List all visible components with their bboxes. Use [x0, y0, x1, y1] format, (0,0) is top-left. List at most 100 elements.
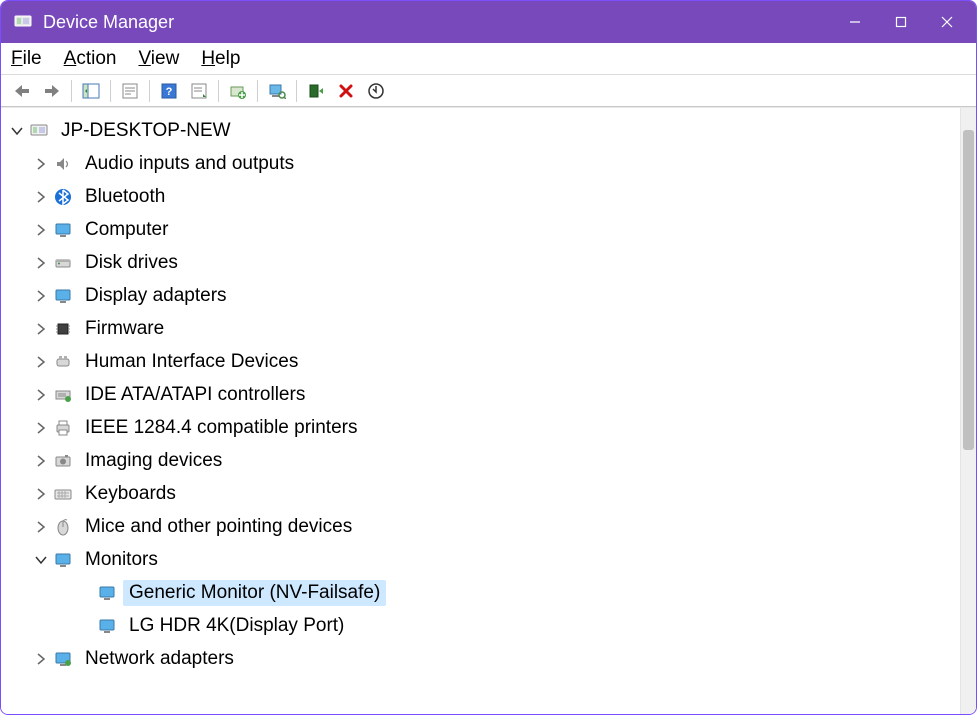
- tree-category-label: Bluetooth: [83, 184, 167, 210]
- uninstall-device-button[interactable]: [331, 78, 361, 104]
- toolbar-separator: [110, 80, 111, 102]
- tree-category-label: Display adapters: [83, 283, 229, 309]
- svg-text:?: ?: [166, 86, 173, 98]
- tree-category-label: IDE ATA/ATAPI controllers: [83, 382, 307, 408]
- monitor-icon: [53, 220, 73, 240]
- action-button[interactable]: [184, 78, 214, 104]
- tree-category[interactable]: Monitors: [1, 543, 960, 576]
- menu-view[interactable]: View: [138, 48, 179, 70]
- tree-device-label: Generic Monitor (NV-Failsafe): [123, 580, 386, 606]
- maximize-button[interactable]: [878, 3, 924, 41]
- menu-bar: File Action View Help: [1, 43, 976, 75]
- chevron-right-icon[interactable]: [33, 156, 49, 172]
- show-hide-tree-button[interactable]: [76, 78, 106, 104]
- tree-category-label: Monitors: [83, 547, 160, 573]
- menu-help[interactable]: Help: [201, 48, 240, 70]
- chip-icon: [53, 319, 73, 339]
- tree-category[interactable]: Firmware: [1, 312, 960, 345]
- menu-action[interactable]: Action: [64, 48, 117, 70]
- tree-category[interactable]: Computer: [1, 213, 960, 246]
- device-manager-window: Device Manager File Action View Help: [0, 0, 977, 715]
- chevron-right-icon[interactable]: [33, 519, 49, 535]
- chevron-right-icon[interactable]: [33, 255, 49, 271]
- chevron-right-icon[interactable]: [33, 387, 49, 403]
- chevron-right-icon[interactable]: [33, 321, 49, 337]
- toolbar-separator: [149, 80, 150, 102]
- properties-button[interactable]: [115, 78, 145, 104]
- tree-category[interactable]: Display adapters: [1, 279, 960, 312]
- tree-category-label: IEEE 1284.4 compatible printers: [83, 415, 360, 441]
- tree-category-label: Mice and other pointing devices: [83, 514, 354, 540]
- monitor-icon: [97, 583, 117, 603]
- scroll-thumb[interactable]: [963, 130, 974, 450]
- tree-category-label: Network adapters: [83, 646, 236, 672]
- toolbar-separator: [296, 80, 297, 102]
- chevron-right-icon[interactable]: [33, 420, 49, 436]
- device-tree[interactable]: JP-DESKTOP-NEW Audio inputs and outputs …: [1, 108, 960, 714]
- close-button[interactable]: [924, 3, 970, 41]
- vertical-scrollbar[interactable]: [960, 108, 976, 714]
- speaker-icon: [53, 154, 73, 174]
- tree-category-label: Computer: [83, 217, 170, 243]
- keyboard-icon: [53, 484, 73, 504]
- toolbar-separator: [218, 80, 219, 102]
- scan-hardware-button[interactable]: [262, 78, 292, 104]
- tree-category[interactable]: Network adapters: [1, 642, 960, 675]
- chevron-right-icon[interactable]: [33, 453, 49, 469]
- tree-category-label: Disk drives: [83, 250, 180, 276]
- tree-category[interactable]: Audio inputs and outputs: [1, 147, 960, 180]
- chevron-down-icon[interactable]: [9, 123, 25, 139]
- tree-category[interactable]: Disk drives: [1, 246, 960, 279]
- tree-device[interactable]: Generic Monitor (NV-Failsafe): [1, 576, 960, 609]
- toolbar-separator: [257, 80, 258, 102]
- titlebar: Device Manager: [1, 1, 976, 43]
- tree-category[interactable]: IEEE 1284.4 compatible printers: [1, 411, 960, 444]
- update-driver-button[interactable]: [223, 78, 253, 104]
- tree-root[interactable]: JP-DESKTOP-NEW: [1, 114, 960, 147]
- monitor-icon: [53, 550, 73, 570]
- disable-device-button[interactable]: [361, 78, 391, 104]
- tree-category-label: Keyboards: [83, 481, 178, 507]
- monitor-net-icon: [53, 649, 73, 669]
- disk-icon: [53, 253, 73, 273]
- tree-category[interactable]: Bluetooth: [1, 180, 960, 213]
- app-icon: [13, 12, 33, 32]
- tree-container: JP-DESKTOP-NEW Audio inputs and outputs …: [1, 107, 976, 714]
- chevron-right-icon[interactable]: [33, 288, 49, 304]
- tree-category-label: Audio inputs and outputs: [83, 151, 296, 177]
- hid-icon: [53, 352, 73, 372]
- help-button[interactable]: ?: [154, 78, 184, 104]
- bluetooth-icon: [53, 187, 73, 207]
- chevron-right-icon[interactable]: [33, 651, 49, 667]
- nav-forward-button[interactable]: [37, 78, 67, 104]
- mouse-icon: [53, 517, 73, 537]
- tree-category-label: Firmware: [83, 316, 166, 342]
- ide-icon: [53, 385, 73, 405]
- window-title: Device Manager: [43, 12, 174, 33]
- printer-icon: [53, 418, 73, 438]
- tree-category[interactable]: IDE ATA/ATAPI controllers: [1, 378, 960, 411]
- minimize-button[interactable]: [832, 3, 878, 41]
- nav-back-button[interactable]: [7, 78, 37, 104]
- chevron-right-icon[interactable]: [33, 222, 49, 238]
- monitor-icon: [97, 616, 117, 636]
- computer-icon: [29, 121, 49, 141]
- tree-category[interactable]: Mice and other pointing devices: [1, 510, 960, 543]
- chevron-right-icon[interactable]: [33, 354, 49, 370]
- chevron-right-icon[interactable]: [33, 486, 49, 502]
- camera-icon: [53, 451, 73, 471]
- toolbar-separator: [71, 80, 72, 102]
- tree-category-label: Imaging devices: [83, 448, 224, 474]
- monitor-icon: [53, 286, 73, 306]
- tree-category[interactable]: Keyboards: [1, 477, 960, 510]
- tree-device-label: LG HDR 4K(Display Port): [127, 613, 346, 639]
- chevron-down-icon[interactable]: [33, 552, 49, 568]
- tree-category-label: Human Interface Devices: [83, 349, 300, 375]
- tree-root-label: JP-DESKTOP-NEW: [59, 118, 233, 144]
- enable-device-button[interactable]: [301, 78, 331, 104]
- chevron-right-icon[interactable]: [33, 189, 49, 205]
- tree-device[interactable]: LG HDR 4K(Display Port): [1, 609, 960, 642]
- tree-category[interactable]: Human Interface Devices: [1, 345, 960, 378]
- tree-category[interactable]: Imaging devices: [1, 444, 960, 477]
- menu-file[interactable]: File: [11, 48, 42, 70]
